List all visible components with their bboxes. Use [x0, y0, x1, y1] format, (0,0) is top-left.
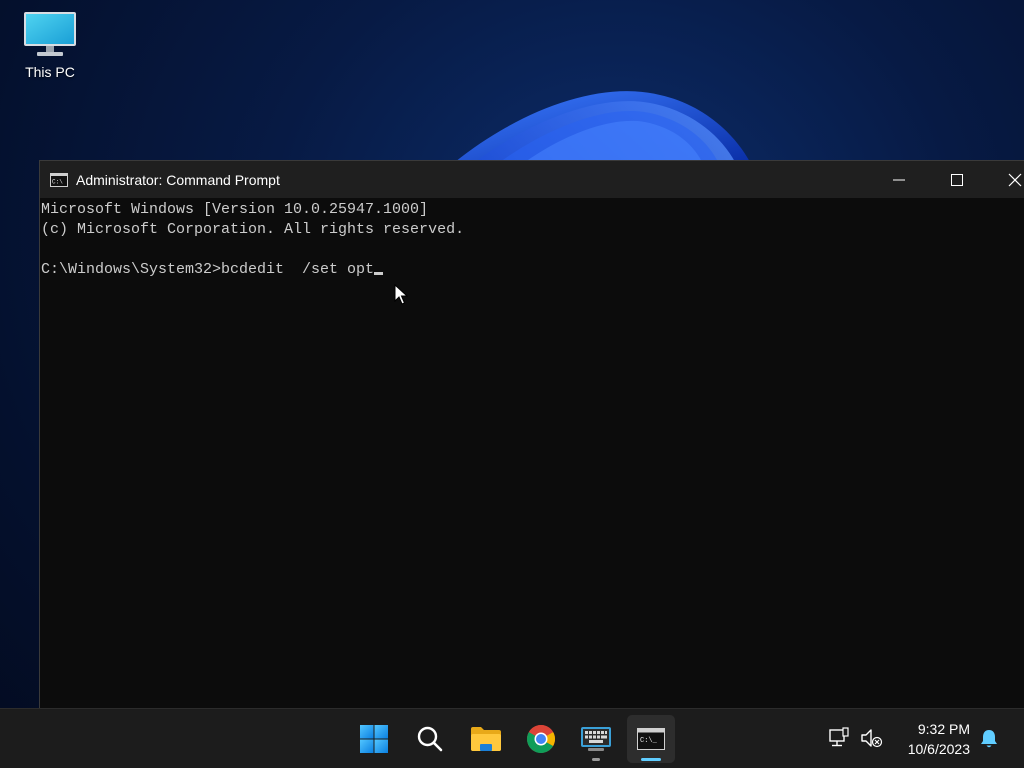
console-command: C:\Windows\System32>bcdedit /set opt	[41, 261, 375, 278]
keyboard-icon	[581, 727, 611, 751]
minimize-button[interactable]	[870, 161, 928, 198]
cmd-icon: C:\	[50, 172, 68, 187]
monitor-icon	[24, 12, 76, 56]
console-output[interactable]: Microsoft Windows [Version 10.0.25947.10…	[40, 200, 1024, 709]
clock-date[interactable]: 10/6/2023	[880, 741, 970, 757]
minimize-icon	[893, 179, 905, 180]
cmd-icon: C:\_	[637, 728, 665, 750]
taskbar-start-button[interactable]	[350, 715, 398, 763]
windows-logo-icon	[360, 725, 388, 753]
notification-bell-icon[interactable]	[978, 728, 1000, 750]
svg-text:C:\: C:\	[52, 178, 63, 185]
console-line: Microsoft Windows [Version 10.0.25947.10…	[41, 201, 429, 218]
console-input-line[interactable]: C:\Windows\System32>bcdedit /set opt	[41, 260, 1024, 280]
console-line: (c) Microsoft Corporation. All rights re…	[41, 221, 465, 238]
folder-icon	[471, 727, 501, 751]
svg-text:C:\_: C:\_	[640, 737, 658, 745]
maximize-icon	[951, 173, 963, 186]
title-bar[interactable]: C:\ Administrator: Command Prompt	[40, 161, 1024, 198]
running-indicator	[592, 758, 600, 761]
clock-time[interactable]: 9:32 PM	[880, 721, 970, 737]
desktop-icon-this-pc[interactable]: This PC	[14, 10, 86, 80]
taskbar: C:\_ 9:32 PM 10/6/2023	[0, 708, 1024, 768]
chrome-icon	[527, 725, 555, 753]
taskbar-on-screen-keyboard[interactable]	[572, 715, 620, 763]
close-icon	[1008, 173, 1022, 186]
taskbar-search-button[interactable]	[406, 715, 454, 763]
search-icon	[417, 726, 443, 752]
taskbar-command-prompt[interactable]: C:\_	[627, 715, 675, 763]
window-title: Administrator: Command Prompt	[76, 171, 280, 188]
text-cursor	[374, 272, 384, 275]
desktop: This PC C:\ Administrator: Command Promp…	[0, 0, 1024, 768]
desktop-icon-label: This PC	[25, 64, 75, 80]
taskbar-file-explorer[interactable]	[462, 715, 510, 763]
maximize-button[interactable]	[928, 161, 986, 198]
taskbar-chrome[interactable]	[517, 715, 565, 763]
close-button[interactable]	[986, 161, 1024, 198]
active-indicator	[641, 758, 661, 761]
network-icon[interactable]	[828, 727, 850, 749]
mouse-pointer-icon	[394, 284, 408, 305]
command-prompt-window[interactable]: C:\ Administrator: Command Prompt Micros…	[39, 160, 1024, 709]
